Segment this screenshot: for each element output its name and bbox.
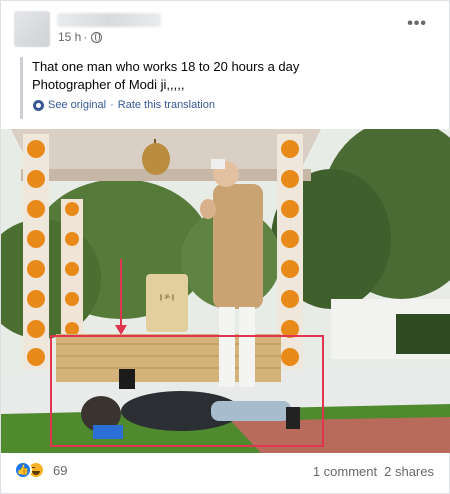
globe-icon: [91, 31, 103, 43]
rate-translation-link[interactable]: Rate this translation: [118, 99, 215, 111]
post-time[interactable]: 15 h: [58, 30, 81, 44]
more-options-button[interactable]: •••: [407, 15, 427, 33]
translation-dot: ·: [110, 99, 114, 111]
plaque-text: || ॐ ||: [159, 293, 174, 301]
meta-separator: ·: [83, 30, 88, 44]
post-text-line-2: Photographer of Modi ji,,,,,: [32, 77, 185, 92]
comments-count-link[interactable]: 1 comment: [313, 464, 377, 479]
engagement-counts: 1 comment 2 shares: [313, 464, 434, 479]
gear-icon: [33, 99, 44, 111]
post-photo[interactable]: || ॐ ||: [1, 129, 450, 453]
like-reaction-icon: 👍: [14, 461, 32, 479]
translation-quote-bar: [20, 57, 23, 119]
see-original-link[interactable]: See original: [48, 99, 106, 111]
author-name-redacted[interactable]: [57, 13, 161, 27]
post-text-line-1: That one man who works 18 to 20 hours a …: [32, 59, 300, 74]
post-meta: 15 h ·: [58, 30, 103, 44]
shares-count-link[interactable]: 2 shares: [384, 464, 434, 479]
reactions-summary[interactable]: 👍 69: [14, 461, 67, 479]
post-text: That one man who works 18 to 20 hours a …: [32, 58, 299, 94]
avatar[interactable]: [14, 11, 50, 47]
reaction-count[interactable]: 69: [53, 463, 67, 478]
photo-illustration: || ॐ ||: [1, 129, 450, 453]
facebook-post: 15 h · ••• That one man who works 18 to …: [0, 0, 450, 494]
translation-links: See original · Rate this translation: [33, 99, 215, 111]
